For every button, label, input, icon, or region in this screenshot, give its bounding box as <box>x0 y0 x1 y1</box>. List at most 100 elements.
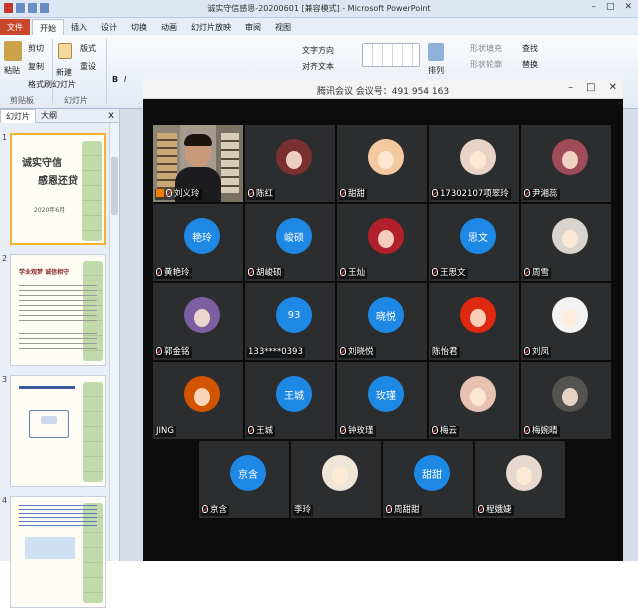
minimize-button[interactable]: – <box>591 2 596 12</box>
slide-preview[interactable]: 诚实守信 感恩还贷 2020年6月 <box>10 133 106 245</box>
cut-button[interactable]: 剪切 <box>28 43 44 54</box>
maximize-button[interactable]: □ <box>606 2 615 12</box>
participant-tile[interactable]: 思文 王思文 <box>429 204 519 281</box>
meeting-close-button[interactable]: ✕ <box>609 82 617 93</box>
tab-review[interactable]: 审阅 <box>238 19 268 35</box>
slide-preview[interactable] <box>10 496 106 608</box>
text-avatar: 晓悦 <box>368 297 404 333</box>
close-pane-icon[interactable]: x <box>103 110 119 121</box>
meeting-maximize-button[interactable]: □ <box>586 82 595 93</box>
mic-muted-icon <box>248 426 254 434</box>
participant-tile[interactable]: 17302107项翠玲 <box>429 125 519 202</box>
pane-tabs: 幻灯片 大纲 x <box>0 108 119 123</box>
italic-button[interactable]: I <box>124 75 126 84</box>
new-slide-button-line2[interactable]: 幻灯片 <box>52 79 76 90</box>
participant-tile[interactable]: 程娥婕 <box>475 441 565 518</box>
participant-tile[interactable]: 周雪 <box>521 204 611 281</box>
participant-name-text: 刘凤 <box>532 347 550 357</box>
clipboard-group-label: 剪贴板 <box>10 96 34 105</box>
participant-name-text: 京含 <box>210 505 228 515</box>
new-slide-button[interactable]: 新建 <box>56 67 72 78</box>
new-slide-icon[interactable] <box>58 43 72 59</box>
participant-tile[interactable]: 玫瑾 钟玫瑾 <box>337 362 427 439</box>
mic-muted-icon <box>386 505 392 513</box>
slide-date: 2020年6月 <box>34 207 66 214</box>
participant-name: 李玲 <box>293 505 314 516</box>
copy-button[interactable]: 复制 <box>28 61 44 72</box>
shape-outline-button[interactable]: 形状轮廓 <box>470 59 502 70</box>
text-direction-button[interactable]: 文字方向 <box>302 45 334 56</box>
mic-muted-icon <box>432 189 438 197</box>
tab-outline[interactable]: 大纲 <box>36 110 62 121</box>
mic-muted-icon <box>248 189 254 197</box>
participant-tile[interactable]: 刘义玲 <box>153 125 243 202</box>
replace-button[interactable]: 替换 <box>522 59 538 70</box>
participant-tile[interactable]: 陈怡君 <box>429 283 519 360</box>
close-button[interactable]: ✕ <box>624 2 632 12</box>
participant-tile[interactable]: 晓悦 刘晓悦 <box>337 283 427 360</box>
participant-name-text: 郭金铭 <box>164 347 190 357</box>
participant-tile[interactable]: 梅婉晴 <box>521 362 611 439</box>
participant-tile[interactable]: 王城 王城 <box>245 362 335 439</box>
slide-heading-bar <box>19 386 75 389</box>
video-shelf <box>157 133 177 193</box>
layout-button[interactable]: 版式 <box>80 43 96 54</box>
participant-tile[interactable]: 峻硕 胡峻硕 <box>245 204 335 281</box>
participant-name: 甜甜 <box>339 189 368 200</box>
arrange-icon[interactable] <box>428 43 444 61</box>
slide-number: 2 <box>2 254 8 263</box>
tab-insert[interactable]: 插入 <box>64 19 94 35</box>
paste-icon[interactable] <box>4 41 22 61</box>
participant-name: 陈红 <box>247 189 276 200</box>
tab-animations[interactable]: 动画 <box>154 19 184 35</box>
slide-preview[interactable] <box>10 375 106 487</box>
slide-preview[interactable]: 学业观梦 诚信相守 <box>10 254 106 366</box>
align-text-button[interactable]: 对齐文本 <box>302 61 334 72</box>
participant-tile[interactable]: 甜甜 周甜甜 <box>383 441 473 518</box>
tab-home[interactable]: 开始 <box>32 19 64 35</box>
text-block <box>19 505 97 529</box>
avatar-face <box>470 388 486 406</box>
tab-view[interactable]: 视图 <box>268 19 298 35</box>
participant-tile[interactable]: 王灿 <box>337 204 427 281</box>
participant-name-text: 王城 <box>256 426 274 436</box>
participant-tile[interactable]: 甜甜 <box>337 125 427 202</box>
tab-design[interactable]: 设计 <box>94 19 124 35</box>
reset-button[interactable]: 重设 <box>80 61 96 72</box>
shape-fill-button[interactable]: 形状填充 <box>470 43 502 54</box>
participant-tile[interactable]: 艳玲 黄艳玲 <box>153 204 243 281</box>
mic-muted-icon <box>166 189 172 197</box>
participant-name: 梅婉晴 <box>523 426 560 437</box>
mic-muted-icon <box>156 268 162 276</box>
participant-tile[interactable]: 李玲 <box>291 441 381 518</box>
participant-tile[interactable]: JING <box>153 362 243 439</box>
tab-file[interactable]: 文件 <box>0 19 30 35</box>
participant-tile[interactable]: 刘凤 <box>521 283 611 360</box>
avatar-face <box>194 309 210 327</box>
mic-muted-icon <box>524 426 530 434</box>
participant-tile[interactable]: 京含 京含 <box>199 441 289 518</box>
tab-slideshow[interactable]: 幻灯片放映 <box>184 19 238 35</box>
meeting-minimize-button[interactable]: – <box>568 82 573 93</box>
avatar-face <box>194 388 210 406</box>
paste-button[interactable]: 粘贴 <box>4 65 20 76</box>
shapes-gallery-icon[interactable] <box>362 43 420 67</box>
slide-title-line1: 诚实守信 <box>22 158 62 169</box>
tab-slides[interactable]: 幻灯片 <box>0 108 36 123</box>
format-painter-button[interactable]: 格式刷 <box>28 79 52 90</box>
participant-tile[interactable]: 郭金铭 <box>153 283 243 360</box>
scrollbar-thumb[interactable] <box>111 157 118 215</box>
participant-tile[interactable]: 梅云 <box>429 362 519 439</box>
photo-avatar <box>368 139 404 175</box>
bold-button[interactable]: B <box>112 75 118 84</box>
participant-tile[interactable]: 尹湘蕊 <box>521 125 611 202</box>
participant-tile[interactable]: 93 133****0393 <box>245 283 335 360</box>
mic-muted-icon <box>524 268 530 276</box>
arrange-button[interactable]: 排列 <box>428 65 444 76</box>
tab-transitions[interactable]: 切换 <box>124 19 154 35</box>
pane-scrollbar[interactable] <box>109 123 119 561</box>
find-button[interactable]: 查找 <box>522 43 538 54</box>
participant-name: 胡峻硕 <box>247 268 284 279</box>
slide-number: 4 <box>2 496 8 505</box>
participant-tile[interactable]: 陈红 <box>245 125 335 202</box>
